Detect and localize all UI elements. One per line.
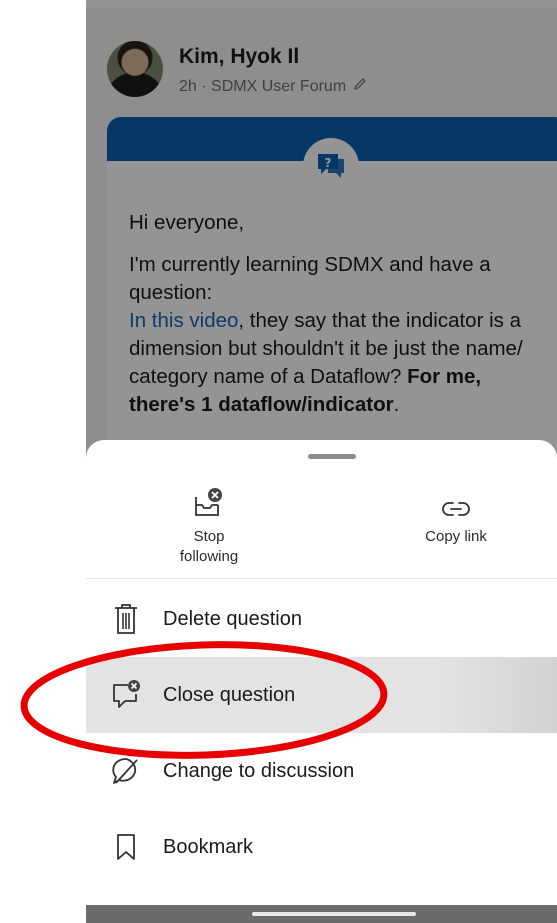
bookmark-icon [106,832,146,862]
close-question-icon [106,680,146,710]
question-text: I'm currently learning SDMX and have a q… [129,251,539,419]
post-meta-text: 2h · SDMX User Forum [179,77,347,95]
question-badge-icon: ? [303,138,359,194]
avatar[interactable] [107,41,163,97]
svg-text:?: ? [325,156,332,170]
copy-link-button[interactable]: Copy link [406,485,506,547]
question-body: Hi everyone, I'm currently learning SDMX… [129,209,539,433]
discussion-icon [106,755,146,787]
post-author[interactable]: Kim, Hyok Il [179,45,299,69]
delete-question-item[interactable]: Delete question [86,581,557,657]
bookmark-label: Bookmark [163,835,254,858]
close-question-item[interactable]: Close question [86,657,557,733]
stop-following-label: Stop following [179,528,239,565]
stop-following-icon [193,485,225,521]
link-icon [441,485,471,521]
bookmark-item[interactable]: Bookmark [86,809,557,885]
home-gesture-bar[interactable] [252,912,416,916]
question-end: . [393,393,400,416]
stop-following-button[interactable]: Stop following [159,485,259,567]
sheet-divider [86,578,557,579]
post-feed: Kim, Hyok Il 2h · SDMX User Forum ? Hi e… [86,8,557,477]
change-to-discussion-item[interactable]: Change to discussion [86,733,557,809]
post-header: Kim, Hyok Il 2h · SDMX User Forum [107,41,527,97]
drag-handle[interactable] [308,454,356,459]
change-to-discussion-label: Change to discussion [163,759,355,782]
question-line: I'm currently learning SDMX and have a q… [129,253,491,304]
pencil-icon [352,76,368,97]
question-card[interactable]: ? Hi everyone, I'm currently learning SD… [107,117,557,477]
close-question-label: Close question [163,683,296,706]
post-meta: 2h · SDMX User Forum [179,76,368,97]
system-nav-bar [86,905,557,923]
greeting-text: Hi everyone, [129,211,245,234]
options-bottom-sheet: Stop following Copy link Delete question [86,440,557,905]
trash-icon [106,602,146,636]
app-screen: Kim, Hyok Il 2h · SDMX User Forum ? Hi e… [86,0,557,923]
copy-link-label: Copy link [425,528,487,545]
video-link[interactable]: In this video [129,309,238,332]
delete-question-label: Delete question [163,607,302,630]
